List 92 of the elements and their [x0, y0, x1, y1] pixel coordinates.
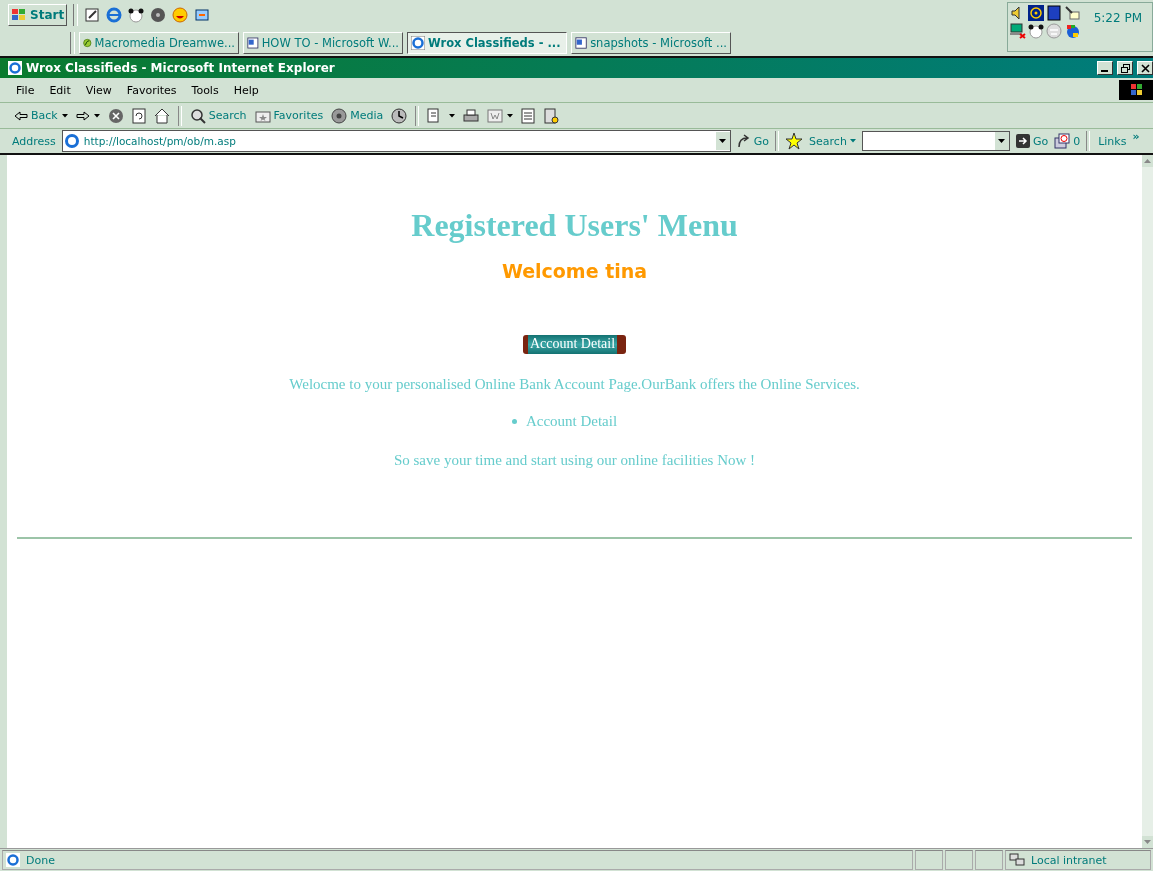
status-pane — [915, 850, 943, 870]
status-pane — [945, 850, 973, 870]
notepad-icon[interactable] — [84, 7, 101, 23]
menu-item[interactable]: View — [85, 83, 112, 97]
search-go-button[interactable]: Go — [1015, 134, 1049, 148]
history-icon[interactable] — [391, 107, 408, 124]
menu-item[interactable]: File — [16, 83, 35, 97]
back-button[interactable]: Back — [14, 109, 58, 122]
minimize-button[interactable] — [1097, 61, 1113, 75]
window-title: Wrox Classifieds - Microsoft Internet Explorer — [26, 61, 335, 75]
arrow-icon — [1015, 134, 1030, 148]
account-detail-button[interactable]: Account Detail — [522, 335, 627, 354]
welcome-message: Welcome tina — [501, 260, 648, 282]
closing-text: So save your time and start using our online facilities Now ! — [393, 452, 756, 469]
page-icon — [6, 853, 20, 867]
search-field[interactable] — [861, 131, 1010, 151]
home-icon[interactable] — [153, 107, 170, 124]
forward-arrow-icon[interactable] — [75, 110, 90, 121]
down-arrow-icon — [1144, 840, 1151, 844]
address-field[interactable]: http://localhost/pm/ob/m.asp — [61, 130, 731, 152]
taskbar-button[interactable]: Macromedia Dreamwe... — [79, 32, 239, 54]
signal-icon[interactable] — [1027, 5, 1044, 21]
network-icon — [1009, 853, 1025, 867]
network-disconnected-icon[interactable] — [1009, 23, 1026, 39]
caret-icon — [849, 139, 856, 143]
page-heading: Registered Users' Menu — [411, 207, 738, 244]
app-icon — [83, 36, 92, 50]
dropdown-arrow-icon[interactable] — [507, 113, 514, 118]
smiley-icon[interactable] — [172, 7, 189, 23]
menu-item[interactable]: Help — [233, 83, 259, 97]
taskbar-button[interactable]: Wrox Classifieds - ... — [407, 32, 567, 54]
caret-icon — [719, 139, 727, 143]
dropdown-arrow-icon[interactable] — [93, 113, 100, 118]
intro-text: Welocme to your personalised Online Bank Account Page.OurBank offers the Online Services. — [289, 376, 860, 393]
refresh-icon[interactable] — [131, 107, 146, 124]
disc-icon[interactable] — [150, 7, 167, 23]
go-arrow-icon — [736, 134, 751, 148]
media-button[interactable]: Media — [331, 107, 384, 124]
clock: 5:22 PM — [1093, 10, 1142, 25]
restore-icon — [1120, 63, 1130, 73]
media-icon — [331, 107, 348, 124]
book-icon[interactable] — [1045, 5, 1062, 21]
windows-logo-icon — [11, 8, 27, 22]
start-button[interactable]: Start — [8, 4, 68, 26]
menu-item[interactable]: Favorites — [126, 83, 177, 97]
scroll-down-button[interactable] — [1142, 836, 1153, 848]
document-icon — [575, 36, 588, 50]
taskbar-button[interactable]: snapshots - Microsoft ... — [571, 32, 731, 54]
popup-blocker-button[interactable]: 0 — [1054, 133, 1081, 149]
panda-icon[interactable] — [128, 7, 145, 23]
browser-icon — [411, 36, 425, 50]
menu-item[interactable]: Tools — [191, 83, 219, 97]
up-arrow-icon — [1144, 159, 1151, 163]
back-arrow-icon — [14, 110, 28, 121]
menu-item[interactable]: Edit — [49, 83, 71, 97]
star-icon[interactable] — [785, 132, 804, 150]
messenger-icon[interactable] — [543, 107, 560, 124]
address-label: Address — [12, 134, 56, 148]
scroll-up-button[interactable] — [1142, 155, 1153, 167]
go-button[interactable]: Go — [736, 134, 770, 148]
stop-icon[interactable] — [107, 107, 124, 124]
favorites-folder-icon — [254, 108, 271, 123]
search-button[interactable]: Search — [189, 107, 247, 124]
vertical-scrollbar[interactable] — [1142, 155, 1153, 848]
search-icon — [189, 107, 206, 124]
status-pane — [975, 850, 1003, 870]
dropdown-button[interactable] — [993, 132, 1009, 150]
close-button[interactable] — [1137, 61, 1153, 75]
popup-blocked-icon — [1054, 133, 1071, 149]
page-icon — [63, 133, 80, 149]
print-icon[interactable] — [463, 107, 480, 124]
links-button[interactable]: Links — [1098, 134, 1127, 148]
windows-logo — [1119, 80, 1153, 100]
status-text: Done — [26, 853, 55, 867]
document-icon[interactable] — [521, 107, 536, 124]
favorites-button[interactable]: Favorites — [254, 108, 324, 123]
security-zone: Local intranet — [1031, 853, 1107, 867]
tray-app-icon[interactable] — [1063, 5, 1080, 21]
dropdown-button[interactable] — [714, 132, 730, 150]
browser-icon[interactable] — [106, 7, 123, 23]
panda-icon[interactable] — [1027, 23, 1044, 39]
bullet-icon — [511, 419, 517, 424]
restore-button[interactable] — [1117, 61, 1133, 75]
dropdown-arrow-icon[interactable] — [449, 113, 456, 118]
browser-icon — [8, 61, 22, 75]
close-icon — [1140, 63, 1150, 73]
caret-icon — [998, 139, 1006, 143]
taskbar-button[interactable]: HOW TO - Microsoft W... — [243, 32, 403, 54]
document-icon — [247, 36, 259, 50]
more-chevron[interactable]: » — [1132, 130, 1140, 143]
search-menu-button[interactable]: Search — [809, 134, 856, 148]
dropdown-arrow-icon[interactable] — [61, 113, 68, 118]
